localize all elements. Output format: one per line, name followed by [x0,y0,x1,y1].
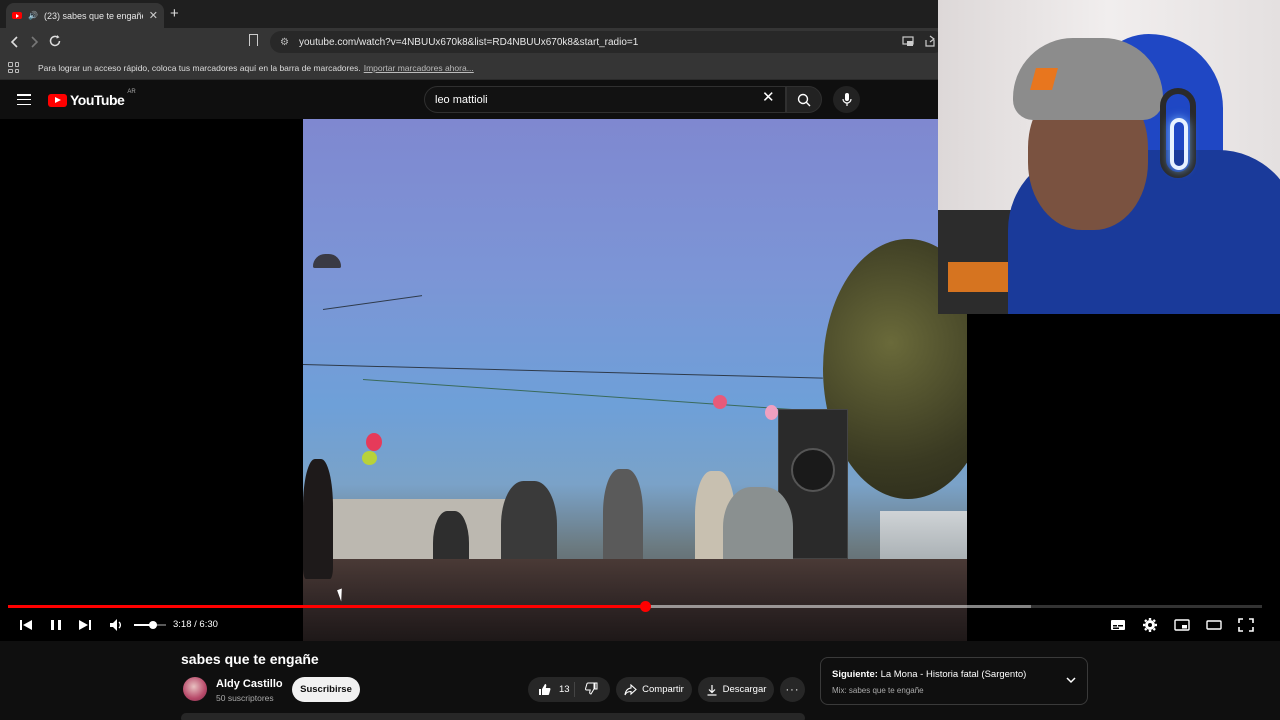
up-next-title: La Mona - Historia fatal (Sargento) [880,669,1027,680]
menu-icon[interactable] [17,94,31,105]
subtitles-icon[interactable] [1110,616,1126,634]
reload-icon[interactable] [48,34,62,48]
progress-scrubber[interactable] [640,601,652,612]
miniplayer-icon[interactable] [1174,616,1190,634]
street-lamp [313,254,341,268]
download-button[interactable]: Descargar [698,677,774,702]
like-dislike-group: 13 [528,677,610,702]
clear-search-icon[interactable]: ✕ [762,90,775,105]
previous-icon[interactable] [19,616,33,634]
time-display: 3:18 / 6:30 [173,619,218,630]
forward-icon[interactable] [28,35,40,49]
volume-slider[interactable] [134,621,166,629]
progress-played [8,605,646,608]
search-query: leo mattioli [435,93,488,106]
share-arrow-icon [624,683,637,695]
search-button[interactable] [786,86,822,113]
webcam-overlay [938,0,1280,314]
voice-search-button[interactable] [833,86,860,113]
like-count: 13 [559,684,570,695]
screen: 🔊 (23) sabes que te engañe - Yo ✕ + ⚙ yo… [0,0,1280,720]
volume-icon[interactable] [109,616,125,634]
youtube-logo[interactable]: YouTube AR [48,89,136,108]
new-tab-icon[interactable]: + [170,5,179,22]
share-label: Compartir [642,684,684,695]
url-text: youtube.com/watch?v=4NBUUx670k8&list=RD4… [298,36,639,48]
country-code: AR [127,89,136,95]
up-next-card[interactable]: Siguiente: La Mona - Historia fatal (Sar… [820,657,1088,705]
thumbs-up-icon [539,684,551,695]
import-bookmarks-link[interactable]: Importar marcadores ahora... [364,63,474,73]
speaker-icon[interactable]: 🔊 [28,11,38,20]
bookmarks-hint: Para lograr un acceso rápido, coloca tus… [38,62,361,73]
subscriber-count: 50 suscriptores [216,693,274,703]
youtube-header: YouTube AR leo mattioli ✕ [0,80,938,119]
thumbs-down-icon [585,682,598,695]
next-icon[interactable] [78,616,92,634]
channel-name[interactable]: Aldy Castillo [216,678,283,690]
youtube-play-icon [48,93,67,107]
pause-icon[interactable] [50,616,62,634]
volume-knob[interactable] [149,621,158,629]
address-bar[interactable]: ⚙ youtube.com/watch?v=4NBUUx670k8&list=R… [270,31,945,53]
tab-close-icon[interactable]: ✕ [149,9,158,22]
download-icon [707,684,717,696]
search-input[interactable]: leo mattioli [424,86,786,113]
player-controls: 3:18 / 6:30 [0,612,1280,638]
description-box[interactable] [181,713,805,720]
microphone-icon [842,93,852,106]
browser-tab[interactable]: 🔊 (23) sabes que te engañe - Yo ✕ [6,3,164,28]
chevron-down-icon[interactable] [1064,673,1078,687]
youtube-favicon-icon [12,12,22,19]
search-icon [797,93,811,107]
channel-avatar[interactable] [183,677,207,701]
more-actions-icon[interactable]: ··· [780,677,805,702]
logo-text: YouTube [70,92,125,108]
up-next-mix: Mix: sabes que te engañe [832,686,924,695]
fullscreen-icon[interactable] [1238,616,1254,634]
up-next-title-row: Siguiente: La Mona - Historia fatal (Sar… [832,669,1026,680]
like-button[interactable]: 13 [528,682,575,697]
install-app-icon[interactable] [902,36,914,47]
settings-gear-icon[interactable] [1142,616,1158,634]
subscribe-button[interactable]: Suscribirse [292,677,360,702]
share-page-icon[interactable] [924,35,936,47]
progress-bar[interactable] [8,601,1262,612]
dislike-button[interactable] [575,682,598,698]
apps-grid-icon[interactable] [8,62,19,73]
theater-mode-icon[interactable] [1206,616,1222,634]
download-label: Descargar [722,684,767,695]
video-title: sabes que te engañe [181,651,319,667]
bookmark-star-icon[interactable] [249,34,258,46]
share-button[interactable]: Compartir [616,677,692,702]
back-icon[interactable] [9,35,21,49]
up-next-label: Siguiente: [832,669,878,680]
video-frame [303,119,967,641]
tab-title: (23) sabes que te engañe - Yo [43,10,143,21]
site-info-icon[interactable]: ⚙ [280,37,289,48]
